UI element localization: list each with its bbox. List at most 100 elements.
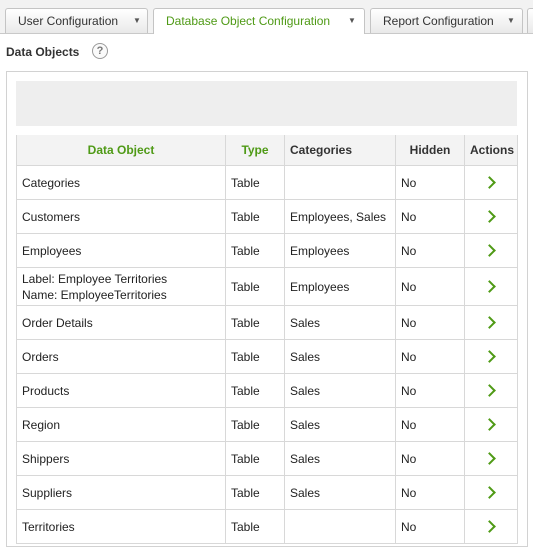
cell-data-object: Order Details: [16, 305, 226, 340]
chevron-right-icon: [483, 485, 496, 499]
cell-type: Table: [225, 267, 285, 306]
tab-label: User Configuration: [18, 14, 119, 28]
cell-data-object: Region: [16, 407, 226, 442]
cell-type: Table: [225, 373, 285, 408]
column-header-categories[interactable]: Categories: [284, 135, 396, 166]
chevron-right-icon: [483, 279, 496, 293]
chevron-down-icon: ▼: [507, 16, 515, 25]
cell-hidden: No: [395, 339, 465, 374]
chevron-down-icon: ▼: [348, 16, 356, 25]
table-row: Order Details Table Sales No: [16, 305, 518, 340]
cell-categories: Employees, Sales: [284, 199, 396, 234]
cell-hidden: No: [395, 267, 465, 306]
chevron-right-icon: [483, 519, 496, 533]
cell-hidden: No: [395, 199, 465, 234]
tab-label: Database Object Configuration: [166, 14, 331, 28]
chevron-right-icon: [483, 175, 496, 189]
edit-action-button[interactable]: [464, 441, 518, 476]
table-row: Shippers Table Sales No: [16, 441, 518, 476]
cell-categories: Sales: [284, 339, 396, 374]
table-row: Orders Table Sales No: [16, 339, 518, 374]
cell-hidden: No: [395, 441, 465, 476]
object-label-text: Label: Employee Territories: [22, 271, 168, 286]
cell-hidden: No: [395, 407, 465, 442]
cell-categories: Employees: [284, 267, 396, 306]
cell-hidden: No: [395, 165, 465, 200]
cell-type: Table: [225, 441, 285, 476]
tab-user-configuration[interactable]: User Configuration ▼: [5, 8, 148, 33]
table-row: Region Table Sales No: [16, 407, 518, 442]
cell-type: Table: [225, 165, 285, 200]
edit-action-button[interactable]: [464, 475, 518, 510]
tab-database-object-configuration[interactable]: Database Object Configuration ▼: [153, 8, 365, 34]
edit-action-button[interactable]: [464, 267, 518, 306]
cell-categories: Sales: [284, 373, 396, 408]
cell-data-object: Categories: [16, 165, 226, 200]
chevron-down-icon: ▼: [133, 16, 141, 25]
cell-type: Table: [225, 407, 285, 442]
chevron-right-icon: [483, 243, 496, 257]
cell-data-object: Territories: [16, 509, 226, 544]
cell-type: Table: [225, 233, 285, 268]
cell-data-object: Customers: [16, 199, 226, 234]
cell-data-object: Employees: [16, 233, 226, 268]
edit-action-button[interactable]: [464, 339, 518, 374]
table-header-row: Data Object Type Categories Hidden Actio…: [16, 135, 518, 166]
cell-type: Table: [225, 339, 285, 374]
cell-categories: [284, 165, 396, 200]
tab-bar: User Configuration ▼ Database Object Con…: [0, 0, 533, 34]
cell-categories: Sales: [284, 407, 396, 442]
cell-data-object: Suppliers: [16, 475, 226, 510]
table-row: Territories Table No: [16, 509, 518, 544]
cell-type: Table: [225, 509, 285, 544]
tab-label: Report Configuration: [383, 14, 494, 28]
table-row: Customers Table Employees, Sales No: [16, 199, 518, 234]
chevron-right-icon: [483, 417, 496, 431]
cell-data-object: Label: Employee Territories Name: Employ…: [16, 267, 226, 306]
cell-type: Table: [225, 475, 285, 510]
help-icon[interactable]: ?: [92, 43, 108, 59]
table-row: Employees Table Employees No: [16, 233, 518, 268]
table-row: Suppliers Table Sales No: [16, 475, 518, 510]
cell-hidden: No: [395, 305, 465, 340]
cell-data-object: Shippers: [16, 441, 226, 476]
table-row: Label: Employee Territories Name: Employ…: [16, 267, 518, 306]
cell-data-object: Products: [16, 373, 226, 408]
cell-type: Table: [225, 305, 285, 340]
chevron-right-icon: [483, 451, 496, 465]
edit-action-button[interactable]: [464, 305, 518, 340]
cell-categories: Sales: [284, 441, 396, 476]
edit-action-button[interactable]: [464, 233, 518, 268]
chevron-right-icon: [483, 315, 496, 329]
section-title: Data Objects: [6, 45, 80, 59]
edit-action-button[interactable]: [464, 407, 518, 442]
edit-action-button[interactable]: [464, 165, 518, 200]
grid-toolbar: [16, 81, 517, 126]
object-name-text: Name: EmployeeTerritories: [22, 287, 167, 302]
column-header-type[interactable]: Type: [225, 135, 285, 166]
edit-action-button[interactable]: [464, 199, 518, 234]
chevron-right-icon: [483, 209, 496, 223]
column-header-data-object[interactable]: Data Object: [16, 135, 226, 166]
cell-hidden: No: [395, 475, 465, 510]
chevron-right-icon: [483, 383, 496, 397]
cell-categories: Sales: [284, 305, 396, 340]
cell-type: Table: [225, 199, 285, 234]
cell-categories: Employees: [284, 233, 396, 268]
tab-overflow[interactable]: [527, 8, 533, 33]
cell-categories: Sales: [284, 475, 396, 510]
cell-data-object: Orders: [16, 339, 226, 374]
chevron-right-icon: [483, 349, 496, 363]
table-row: Categories Table No: [16, 165, 518, 200]
column-header-hidden[interactable]: Hidden: [395, 135, 465, 166]
edit-action-button[interactable]: [464, 509, 518, 544]
table-row: Products Table Sales No: [16, 373, 518, 408]
cell-hidden: No: [395, 233, 465, 268]
tab-report-configuration[interactable]: Report Configuration ▼: [370, 8, 523, 33]
column-header-actions: Actions: [464, 135, 518, 166]
cell-hidden: No: [395, 373, 465, 408]
cell-hidden: No: [395, 509, 465, 544]
cell-categories: [284, 509, 396, 544]
edit-action-button[interactable]: [464, 373, 518, 408]
data-objects-table: Data Object Type Categories Hidden Actio…: [16, 135, 518, 544]
